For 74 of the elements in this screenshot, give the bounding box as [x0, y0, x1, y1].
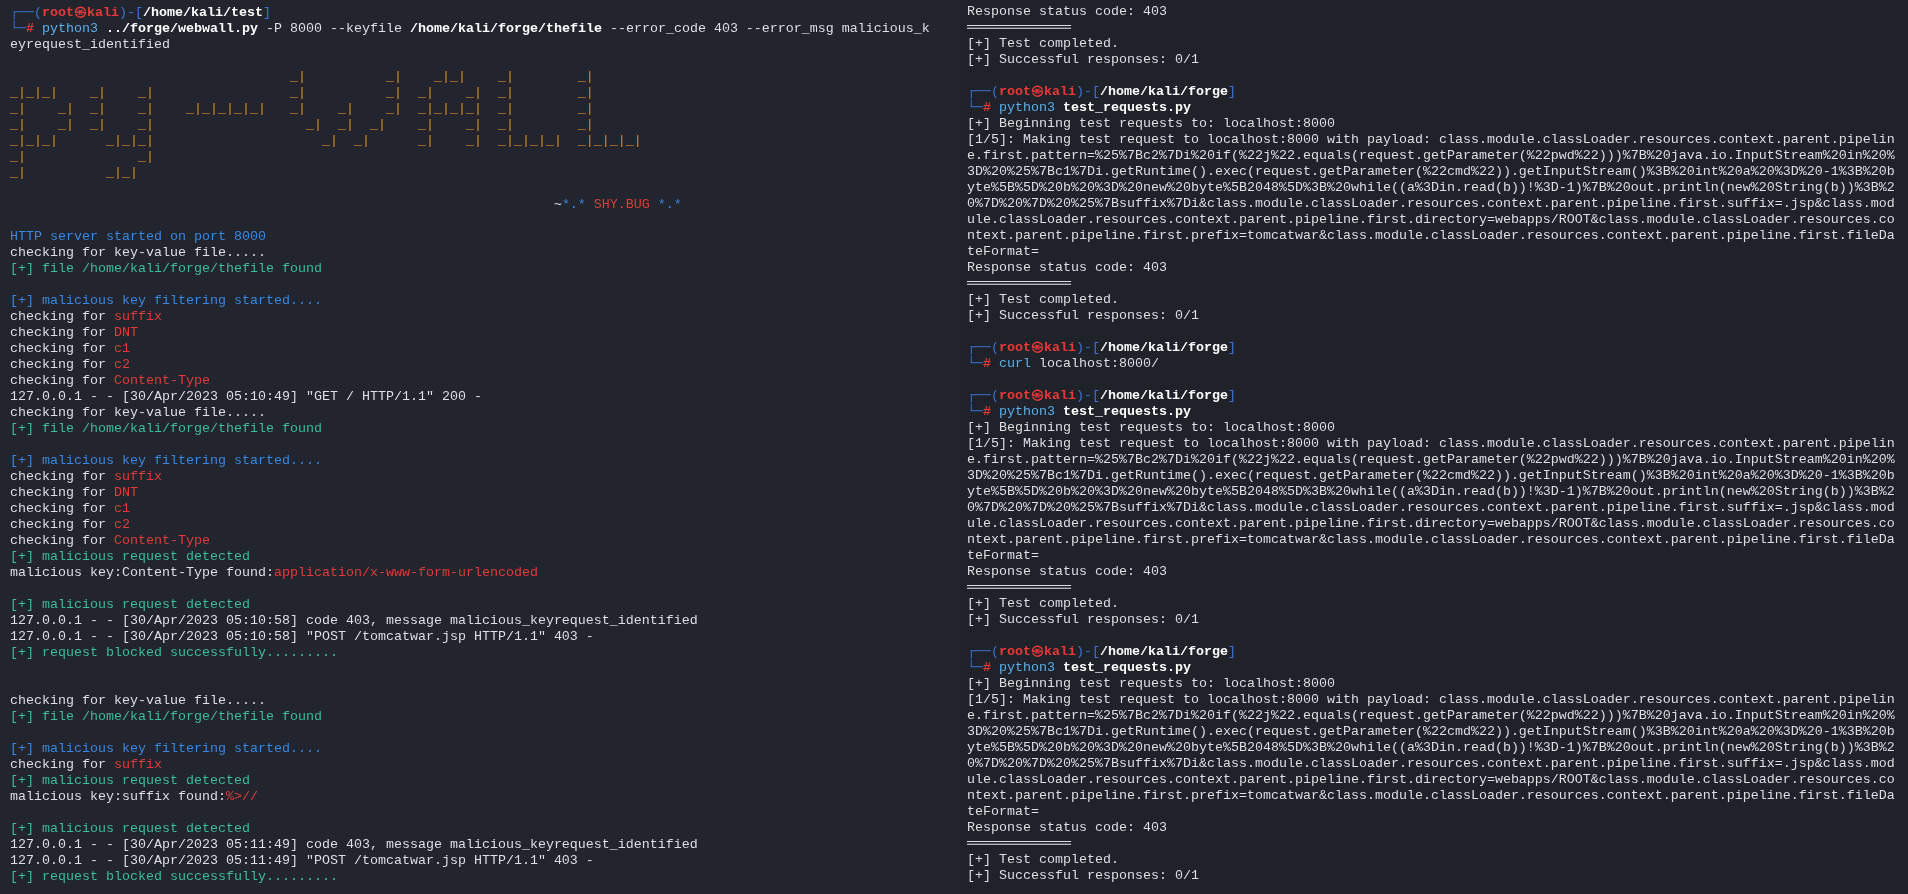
terminal-line: [+] Beginning test requests to: localhost:8000	[967, 676, 1335, 691]
terminal-line: [+] malicious request detected	[10, 821, 250, 836]
terminal-line: ~*.* SHY.BUG *.*	[553, 197, 682, 212]
terminal-line: checking for DNT	[10, 325, 138, 340]
terminal-line: [+] Beginning test requests to: localhost:8000	[967, 116, 1335, 131]
terminal-line: checking for key-value file.....	[10, 405, 266, 420]
terminal-line: malicious key:suffix found:%>//	[10, 789, 258, 804]
terminal-line: [+] Beginning test requests to: localhost:8000	[967, 420, 1335, 435]
terminal-line: [+] request blocked successfully.........	[10, 869, 338, 884]
banner-line: _| _| _| _| _|_|_|_|_| _| _| _| _|_|_|_| _| _|	[10, 101, 595, 117]
terminal-line: checking for Content-Type	[10, 373, 210, 388]
terminal-line: Response status code: 403	[967, 260, 1167, 275]
terminal-line: Response status code: 403	[967, 820, 1167, 835]
terminal-line: Response status code: 403	[967, 4, 1167, 19]
terminal-line: Response status code: 403	[967, 564, 1167, 579]
terminal-line: [+] malicious request detected	[10, 549, 250, 564]
terminal-line: [+] malicious key filtering started....	[10, 453, 322, 468]
banner-line: _| _| _| _| _| _| _| _| _| _| _|	[10, 117, 595, 133]
terminal-line: checking for c1	[10, 341, 130, 356]
terminal-line: checking for c2	[10, 357, 130, 372]
terminal-line: └─# curl localhost:8000/	[967, 356, 1159, 371]
terminal-line: ═════════════	[967, 836, 1071, 851]
terminal-line: checking for key-value file.....	[10, 693, 266, 708]
banner-line: _|_|_| _| _| _| _| _| _| _| _|	[10, 85, 595, 101]
terminal-line: checking for suffix	[10, 469, 162, 484]
terminal-line: checking for c2	[10, 517, 130, 532]
banner-line: _|_|_| _|_|_| _| _| _| _| _|_|_|_| _|_|_|_|	[10, 133, 643, 149]
terminal-line: [1/5]: Making test request to localhost:8000 with payload: class.module.classLoader.resources.context.parent.pipeline.first.pattern=%25%7Bc2%7Di%20if(%22j%22.equals(request.getParameter(%22pwd%22)))%7B%20java.io.InputStream%20in%20%3D%20%25%7Bc1%7Di.getRuntime().exec(request.getParameter(%22cmd%22)).getInputStream()%3B%20int%20a%20%3D%20-1%3B%20byte%5B%5D%20b%20%3D%20new%20byte%5B2048%5D%3B%20while((a%3Din.read(b))!%3D-1)%7B%20out.println(new%20String(b))%3B%20%7D%20%7D%20%25%7Bsuffix%7Di&class.module.classLoader.resources.context.parent.pipeline.first.suffix=.jsp&class.module.classLoader.resources.context.parent.pipeline.first.directory=webapps/ROOT&class.module.classLoader.resources.context.parent.pipeline.first.prefix=tomcatwar&class.module.classLoader.resources.context.parent.pipeline.first.fileDateFormat=	[967, 436, 1895, 563]
terminal-line: [+] file /home/kali/forge/thefile found	[10, 709, 322, 724]
terminal-line: [+] Successful responses: 0/1	[967, 52, 1199, 67]
terminal-line: [+] Successful responses: 0/1	[967, 308, 1199, 323]
banner-line: _| _|_|	[10, 165, 139, 181]
terminal-line: 127.0.0.1 - - [30/Apr/2023 05:11:49] "POST /tomcatwar.jsp HTTP/1.1" 403 -	[10, 853, 594, 868]
terminal-line: [+] Test completed.	[967, 596, 1119, 611]
banner-line: _| _|	[10, 149, 155, 165]
terminal-line: checking for suffix	[10, 757, 162, 772]
terminal-line: 127.0.0.1 - - [30/Apr/2023 05:10:49] "GET / HTTP/1.1" 200 -	[10, 389, 482, 404]
terminal-line: └─# python3 test_requests.py	[967, 404, 1191, 419]
terminal-line: [+] Test completed.	[967, 36, 1119, 51]
terminal-line: checking for suffix	[10, 309, 162, 324]
terminal-line: ┌──(root㉿kali)-[/home/kali/forge]	[967, 644, 1236, 659]
terminal-line: [+] Test completed.	[967, 852, 1119, 867]
terminal-line: [1/5]: Making test request to localhost:8000 with payload: class.module.classLoader.resources.context.parent.pipeline.first.pattern=%25%7Bc2%7Di%20if(%22j%22.equals(request.getParameter(%22pwd%22)))%7B%20java.io.InputStream%20in%20%3D%20%25%7Bc1%7Di.getRuntime().exec(request.getParameter(%22cmd%22)).getInputStream()%3B%20int%20a%20%3D%20-1%3B%20byte%5B%5D%20b%20%3D%20new%20byte%5B2048%5D%3B%20while((a%3Din.read(b))!%3D-1)%7B%20out.println(new%20String(b))%3B%20%7D%20%7D%20%25%7Bsuffix%7Di&class.module.classLoader.resources.context.parent.pipeline.first.suffix=.jsp&class.module.classLoader.resources.context.parent.pipeline.first.directory=webapps/ROOT&class.module.classLoader.resources.context.parent.pipeline.first.prefix=tomcatwar&class.module.classLoader.resources.context.parent.pipeline.first.fileDateFormat=	[967, 132, 1895, 259]
banner-line: _| _| _|_| _| _|	[288, 69, 595, 85]
terminal-line: [+] Successful responses: 0/1	[967, 612, 1199, 627]
terminal-line: ═════════════	[967, 20, 1071, 35]
terminal-line: └─# python3 test_requests.py	[967, 660, 1191, 675]
terminal-line: └─# python3 test_requests.py	[967, 100, 1191, 115]
terminal-line: └─# python3 ../forge/webwall.py -P 8000 --keyfile /home/kali/forge/thefile --error_code 403 --error_msg malicious_keyrequest_identified	[10, 21, 930, 52]
terminal-line: [+] Test completed.	[967, 292, 1119, 307]
terminal-line: 127.0.0.1 - - [30/Apr/2023 05:10:58] code 403, message malicious_keyrequest_identified	[10, 613, 698, 628]
terminal-line: HTTP server started on port 8000	[10, 229, 266, 244]
terminal-line: [+] malicious request detected	[10, 597, 250, 612]
terminal-line: malicious key:Content-Type found:application/x-www-form-urlencoded	[10, 565, 538, 580]
terminal-line: ┌──(root㉿kali)-[/home/kali/forge]	[967, 388, 1236, 403]
terminal-line: ═════════════	[967, 580, 1071, 595]
terminal-line: ┌──(root㉿kali)-[/home/kali/forge]	[967, 340, 1236, 355]
terminal-line: ┌──(root㉿kali)-[/home/kali/forge]	[967, 84, 1236, 99]
terminal-line: 127.0.0.1 - - [30/Apr/2023 05:11:49] code 403, message malicious_keyrequest_identified	[10, 837, 698, 852]
terminal-line: [+] malicious request detected	[10, 773, 250, 788]
terminal-line: 127.0.0.1 - - [30/Apr/2023 05:10:58] "POST /tomcatwar.jsp HTTP/1.1" 403 -	[10, 629, 594, 644]
terminal-line: checking for Content-Type	[10, 533, 210, 548]
terminal-line: checking for c1	[10, 501, 130, 516]
terminal-line: checking for DNT	[10, 485, 138, 500]
terminal-line: [+] request blocked successfully.........	[10, 645, 338, 660]
terminal-line: [+] Successful responses: 0/1	[967, 868, 1199, 883]
terminal-line: ┌──(root㉿kali)-[/home/kali/test]	[10, 5, 271, 20]
terminal-line: [+] malicious key filtering started....	[10, 741, 322, 756]
terminal-line: [+] malicious key filtering started....	[10, 293, 322, 308]
terminal-line: [1/5]: Making test request to localhost:8000 with payload: class.module.classLoader.resources.context.parent.pipeline.first.pattern=%25%7Bc2%7Di%20if(%22j%22.equals(request.getParameter(%22pwd%22)))%7B%20java.io.InputStream%20in%20%3D%20%25%7Bc1%7Di.getRuntime().exec(request.getParameter(%22cmd%22)).getInputStream()%3B%20int%20a%20%3D%20-1%3B%20byte%5B%5D%20b%20%3D%20new%20byte%5B2048%5D%3B%20while((a%3Din.read(b))!%3D-1)%7B%20out.println(new%20String(b))%3B%20%7D%20%7D%20%25%7Bsuffix%7Di&class.module.classLoader.resources.context.parent.pipeline.first.suffix=.jsp&class.module.classLoader.resources.context.parent.pipeline.first.directory=webapps/ROOT&class.module.classLoader.resources.context.parent.pipeline.first.prefix=tomcatwar&class.module.classLoader.resources.context.parent.pipeline.first.fileDateFormat=	[967, 692, 1895, 819]
terminal-line: ═════════════	[967, 276, 1071, 291]
terminal-line: [+] file /home/kali/forge/thefile found	[10, 421, 322, 436]
terminal-line: [+] file /home/kali/forge/thefile found	[10, 261, 322, 276]
terminal-line: checking for key-value file.....	[10, 245, 266, 260]
